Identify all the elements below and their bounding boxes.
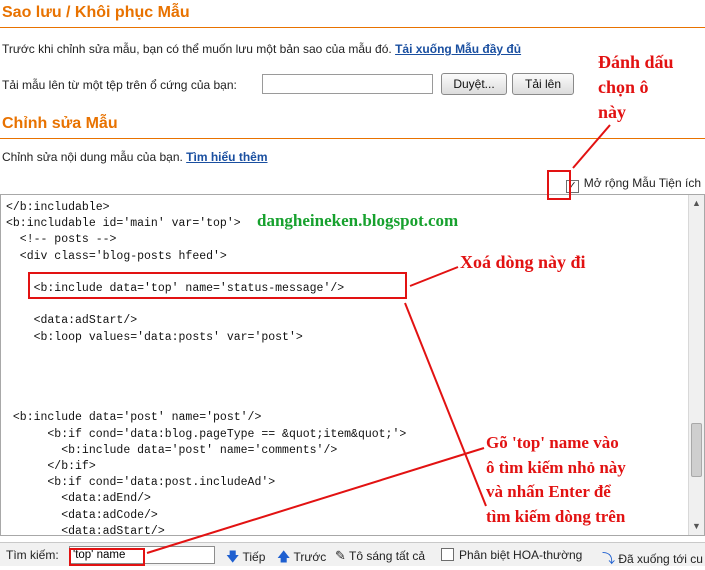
find-status: ⤵ Đã xuống tới cu — [602, 548, 703, 567]
match-case-checkbox[interactable] — [441, 548, 454, 561]
expand-widgets-label: Mở rộng Mẫu Tiện ích — [583, 176, 701, 190]
search-note-line: Gõ 'top' name vào — [486, 433, 619, 452]
match-case-label: Phân biệt HOA-thường — [459, 548, 583, 562]
edit-desc-text: Chỉnh sửa nội dung mẫu của bạn. — [2, 150, 183, 164]
code-line[interactable]: <data:adEnd/> — [6, 491, 406, 507]
search-note-line: ô tìm kiếm nhỏ này — [486, 457, 626, 477]
upload-label: Tải mẫu lên từ một tệp trên ổ cứng của b… — [2, 78, 237, 92]
watermark: dangheineken.blogspot.com — [257, 211, 459, 230]
code-line[interactable]: <b:include data='post' name='post'/> — [6, 410, 406, 426]
code-line[interactable]: <b:if cond='data:post.includeAd'> — [6, 475, 406, 491]
arrow-down-icon: 🡇 — [226, 549, 240, 564]
code-line[interactable]: <data:adCode/> — [6, 508, 406, 524]
backup-description: Trước khi chỉnh sửa mẫu, bạn có thể muốn… — [2, 42, 521, 56]
find-status-text: Đã xuống tới cu — [618, 552, 703, 566]
upload-file-input[interactable] — [262, 74, 433, 94]
code-line[interactable] — [6, 346, 406, 362]
browse-button[interactable]: Duyệt... — [441, 73, 507, 95]
find-next-button[interactable]: 🡇 Tiếp — [226, 548, 265, 570]
template-code[interactable]: </b:includable> <b:includable id='main' v… — [6, 200, 406, 535]
search-annotation: Gõ 'top' name vào ô tìm kiếm nhỏ này và … — [486, 431, 626, 529]
code-line[interactable]: <b:if cond='data:blog.pageType == &quot;… — [6, 427, 406, 443]
find-input-highlight-box — [69, 548, 145, 566]
check-note-line: Đánh dấu — [598, 52, 674, 72]
wrap-icon: ⤵ — [602, 551, 616, 566]
code-line[interactable] — [6, 378, 406, 394]
edit-description: Chỉnh sửa nội dung mẫu của bạn. Tìm hiểu… — [2, 150, 268, 164]
search-note-line: và nhấn Enter để — [486, 482, 611, 501]
find-label: Tìm kiếm: — [6, 548, 59, 562]
code-line[interactable] — [6, 297, 406, 313]
backup-section-title: Sao lưu / Khôi phục Mẫu — [0, 4, 705, 28]
backup-desc-text: Trước khi chỉnh sửa mẫu, bạn có thể muốn… — [2, 42, 392, 56]
learn-more-link[interactable]: Tìm hiểu thêm — [186, 150, 267, 164]
editor-scrollbar[interactable]: ▲ ▼ — [688, 195, 704, 535]
find-next-label: Tiếp — [242, 550, 266, 564]
match-case-toggle[interactable]: Phân biệt HOA-thường — [441, 548, 582, 562]
find-previous-label: Trước — [293, 550, 327, 564]
download-template-link[interactable]: Tải xuống Mẫu đầy đủ — [395, 42, 521, 56]
status-message-highlight-box — [28, 272, 407, 299]
check-box-annotation: Đánh dấu chọn ô này — [598, 50, 674, 125]
code-line[interactable] — [6, 362, 406, 378]
code-line[interactable] — [6, 394, 406, 410]
code-line[interactable]: <data:adStart/> — [6, 524, 406, 535]
check-note-line: chọn ô — [598, 77, 649, 97]
scroll-up-icon[interactable]: ▲ — [692, 198, 701, 208]
highlight-all-label: Tô sáng tất cả — [349, 549, 426, 563]
code-line[interactable]: <b:include data='post' name='comments'/> — [6, 443, 406, 459]
upload-button[interactable]: Tải lên — [512, 73, 574, 95]
arrow-up-icon: 🡅 — [277, 549, 291, 564]
code-line[interactable]: <data:adStart/> — [6, 313, 406, 329]
checkbox-highlight-box — [547, 170, 571, 200]
delete-line-annotation: Xoá dòng này đi — [460, 252, 586, 272]
check-note-line: này — [598, 102, 627, 122]
scroll-down-icon[interactable]: ▼ — [692, 521, 701, 531]
code-line[interactable]: <b:loop values='data:posts' var='post'> — [6, 330, 406, 346]
highlighter-icon: ✎ — [335, 548, 346, 563]
search-note-line: tìm kiếm dòng trên — [486, 506, 626, 526]
code-line[interactable]: <div class='blog-posts hfeed'> — [6, 249, 406, 265]
expand-widgets-row[interactable]: ✓ Mở rộng Mẫu Tiện ích — [565, 176, 701, 193]
highlight-all-button[interactable]: ✎ Tô sáng tất cả — [335, 548, 425, 564]
scroll-thumb[interactable] — [691, 423, 702, 477]
code-line[interactable]: </b:if> — [6, 459, 406, 475]
code-line[interactable]: <!-- posts --> — [6, 232, 406, 248]
find-previous-button[interactable]: 🡅 Trước — [277, 548, 326, 570]
